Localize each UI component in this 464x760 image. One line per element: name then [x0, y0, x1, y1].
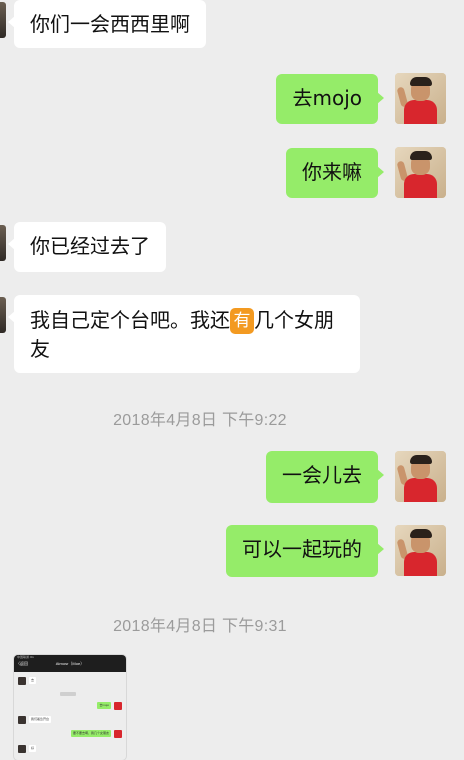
- user-avatar[interactable]: [395, 147, 446, 198]
- sent-message[interactable]: 去mojo: [276, 74, 384, 124]
- thumbnail-avatar: [18, 677, 26, 685]
- received-message[interactable]: 你们一会西西里啊: [8, 0, 206, 48]
- message-text: 可以一起玩的: [242, 537, 362, 561]
- you-emoji-icon: 有: [230, 308, 254, 334]
- thumbnail-avatar: [18, 745, 26, 753]
- message-text: 一会儿去: [282, 463, 362, 487]
- thumbnail-title: Atmosr（Moe）: [55, 661, 85, 666]
- thumbnail-avatar: [114, 702, 122, 710]
- thumbnail-timestamp: [60, 692, 76, 696]
- timestamp: 2018年4月8日 下午9:31: [113, 618, 287, 635]
- message-text: 你已经过去了: [30, 234, 150, 258]
- message-text: 我自己定个台吧。我还: [30, 308, 230, 332]
- user-avatar[interactable]: [395, 525, 446, 576]
- thumbnail-message: 去: [29, 677, 37, 684]
- thumbnail-avatar: [114, 730, 122, 738]
- contact-avatar[interactable]: [0, 225, 6, 261]
- thumbnail-message: 我们着急开台: [29, 716, 52, 723]
- thumbnail-message: 要不要去啊，我几个女朋友: [70, 730, 111, 737]
- received-message[interactable]: 你已经过去了: [8, 222, 166, 272]
- sent-message[interactable]: 一会儿去: [266, 451, 384, 503]
- message-text: 你来嘛: [302, 160, 362, 184]
- contact-avatar[interactable]: [0, 2, 6, 38]
- message-text: 你们一会西西里啊: [30, 12, 190, 36]
- user-avatar[interactable]: [395, 73, 446, 124]
- thumbnail-avatar: [18, 716, 26, 724]
- thumbnail-status: 中国联通 4G: [17, 655, 34, 659]
- sent-message[interactable]: 你来嘛: [286, 148, 384, 198]
- contact-avatar[interactable]: [0, 297, 6, 333]
- chat-conversation: 你们一会西西里啊 去mojo 你来嘛 你已经过去了 我自己定个台吧。我还有几个女…: [0, 0, 464, 760]
- message-text: 去mojo: [292, 86, 362, 110]
- sent-message[interactable]: 可以一起玩的: [226, 525, 384, 577]
- thumbnail-message: 好: [29, 745, 37, 752]
- image-message[interactable]: 中国联通 4G 〈返回 Atmosr（Moe） 去 去mojo 我们着急开台 要…: [14, 655, 126, 760]
- received-message[interactable]: 我自己定个台吧。我还有几个女朋友: [8, 295, 360, 373]
- timestamp: 2018年4月8日 下午9:22: [113, 412, 287, 429]
- user-avatar[interactable]: [395, 451, 446, 502]
- thumbnail-message: 去mojo: [97, 702, 111, 709]
- thumbnail-header: 中国联通 4G 〈返回 Atmosr（Moe）: [14, 655, 126, 672]
